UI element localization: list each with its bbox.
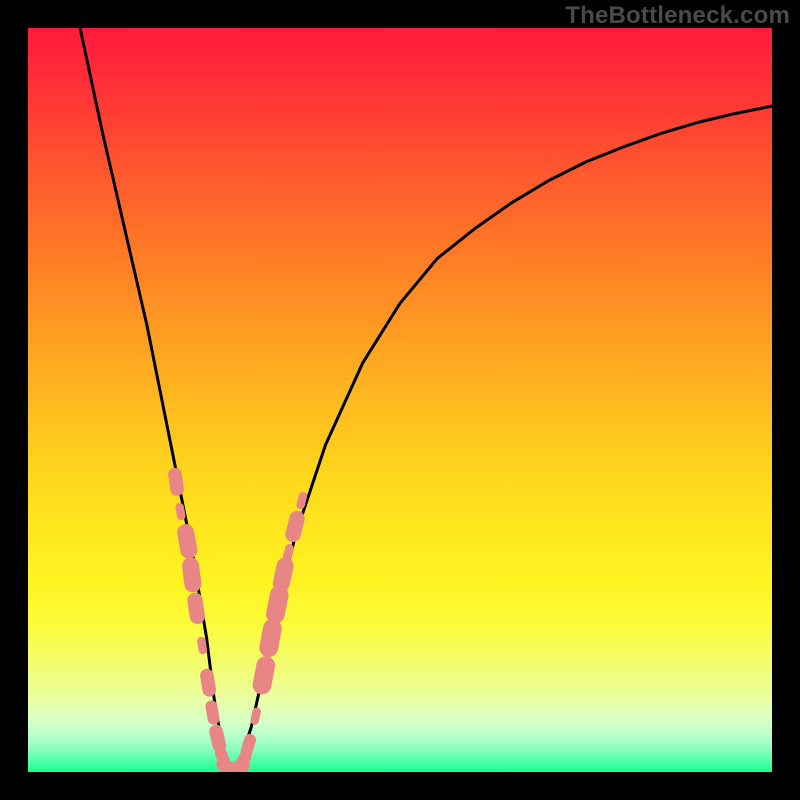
data-point — [216, 732, 219, 746]
curve-layer — [28, 28, 772, 772]
watermark-text: TheBottleneck.com — [565, 2, 790, 30]
data-point — [180, 507, 182, 516]
bottleneck-curve — [80, 28, 772, 772]
data-point — [262, 666, 266, 685]
data-point — [191, 566, 193, 584]
data-point — [195, 600, 197, 616]
data-point — [293, 519, 297, 535]
data-point — [186, 533, 189, 551]
data-point — [201, 641, 202, 650]
data-point — [281, 566, 285, 584]
data-point — [239, 757, 245, 768]
data-point — [175, 475, 177, 489]
chart-frame: TheBottleneck.com — [0, 0, 800, 800]
data-point — [275, 595, 279, 614]
data-point — [255, 712, 257, 721]
data-point — [247, 740, 251, 752]
data-point — [207, 676, 209, 690]
data-point — [287, 548, 289, 557]
data-point — [301, 496, 303, 505]
data-point — [269, 628, 273, 647]
plot-area — [28, 28, 772, 772]
data-point — [211, 706, 213, 718]
